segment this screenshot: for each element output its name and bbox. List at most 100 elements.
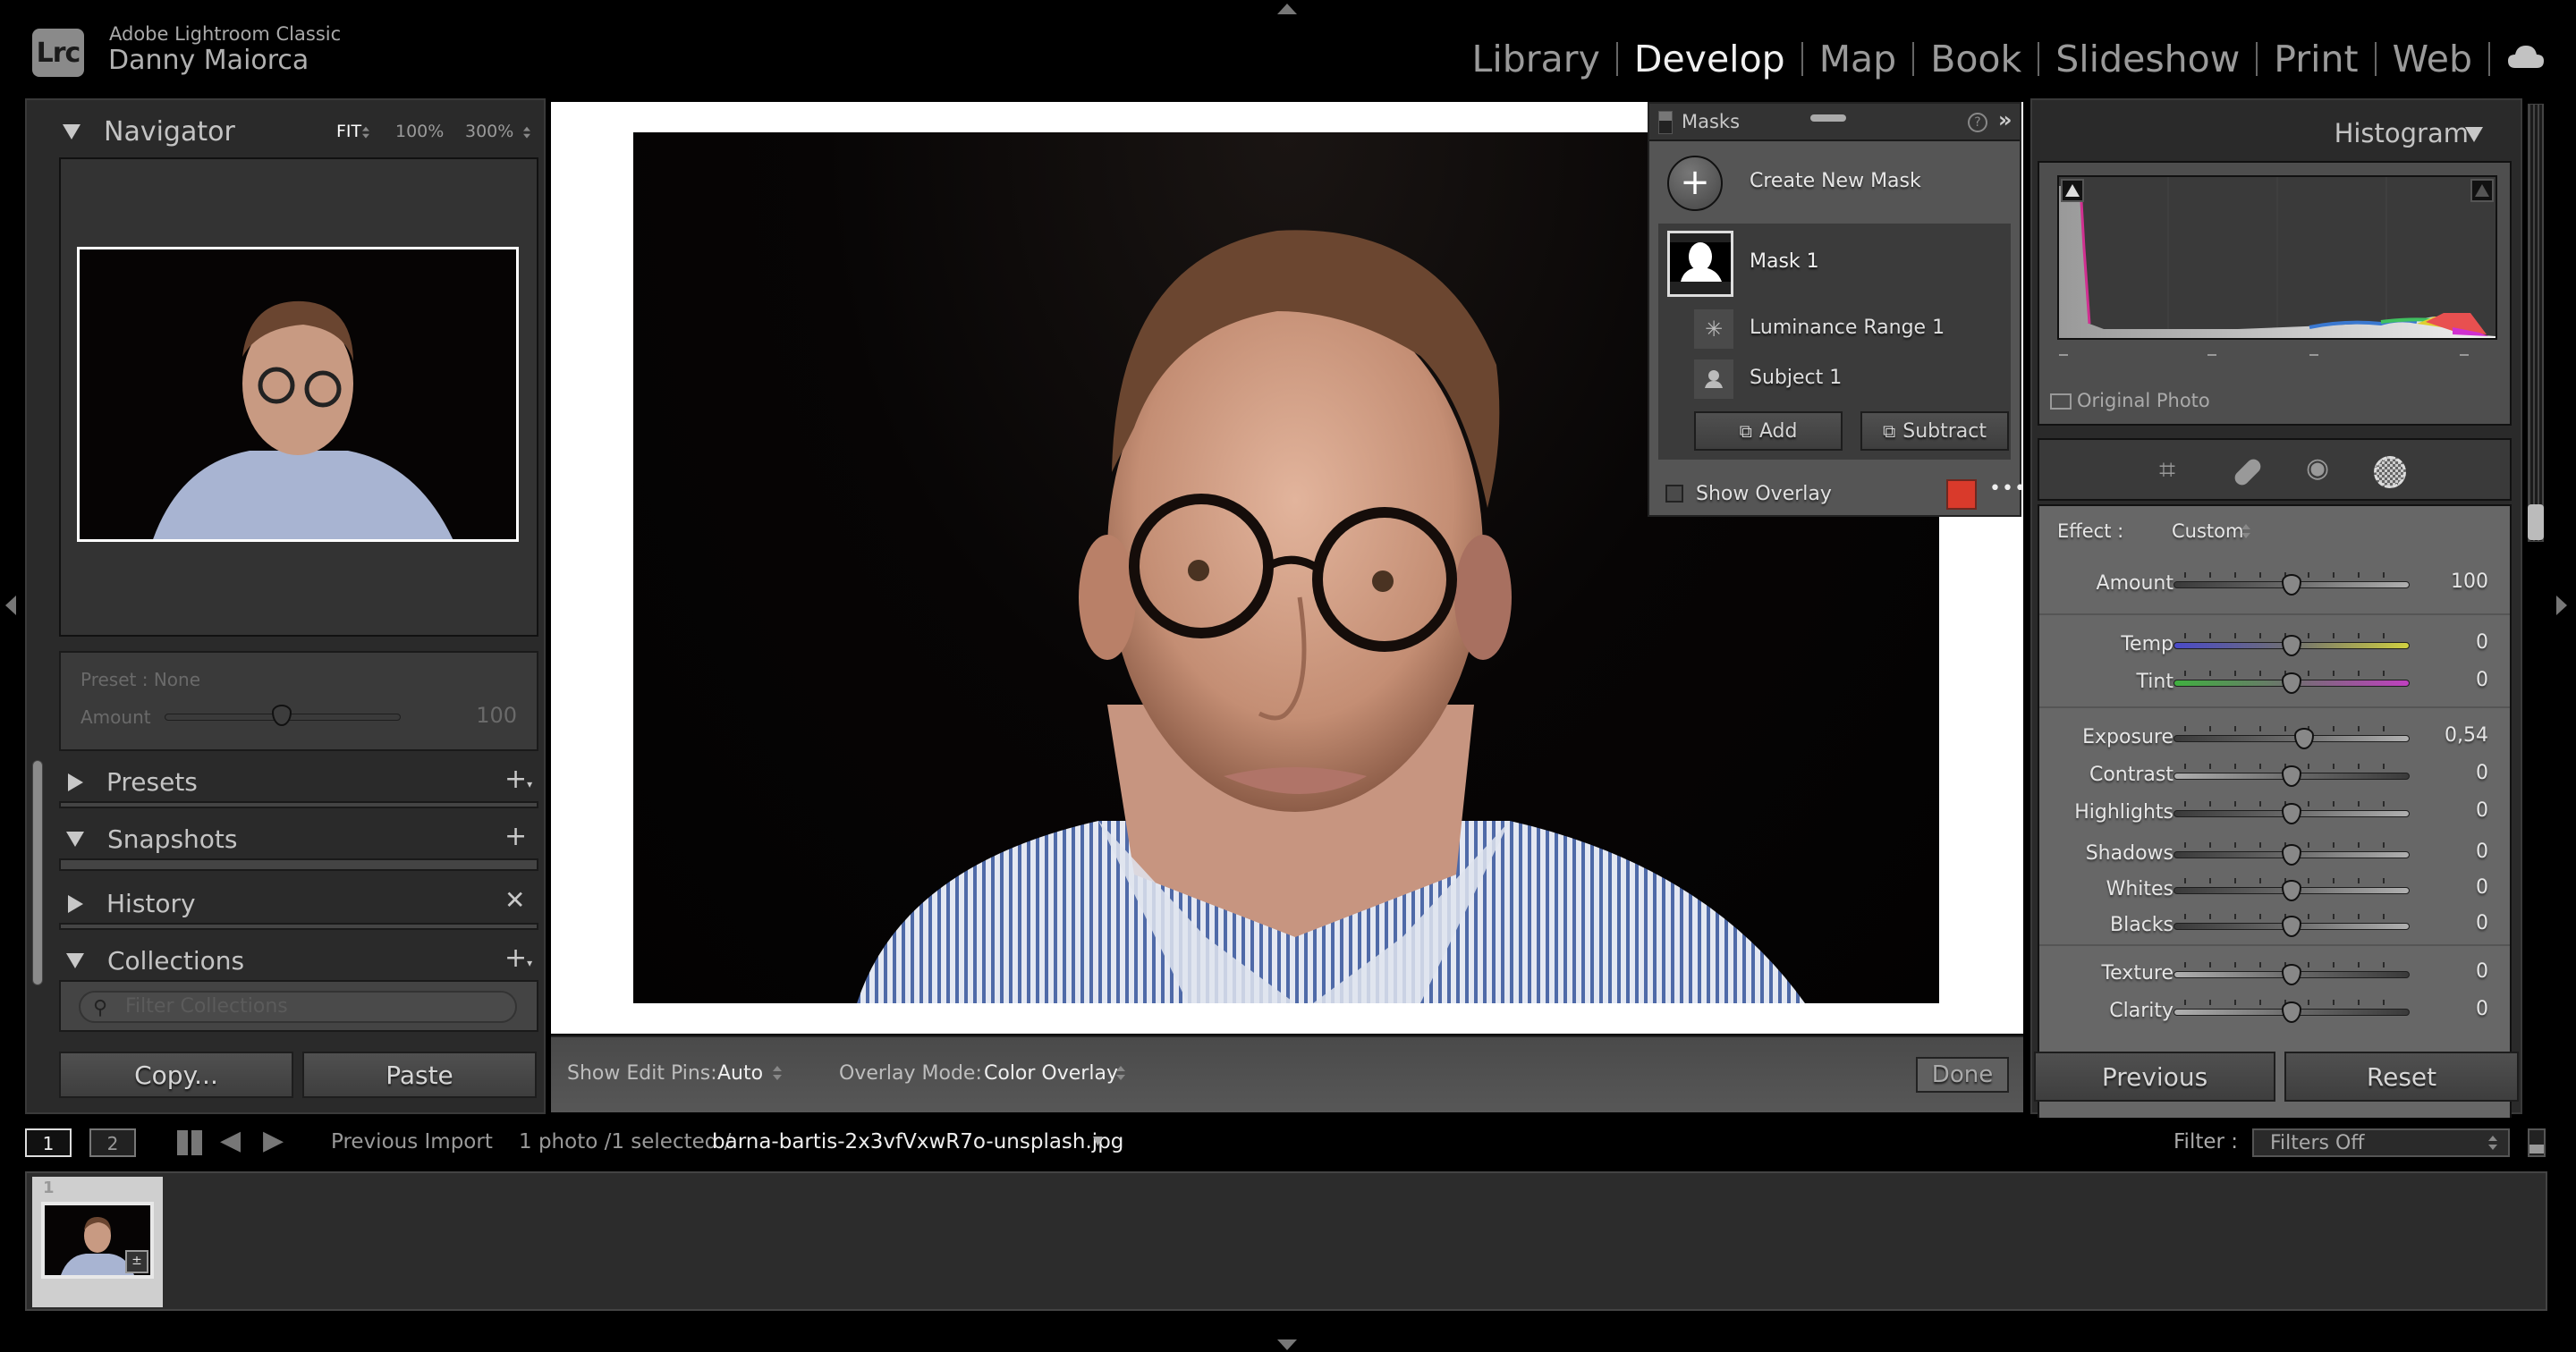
back-arrow-icon[interactable]: ◀ xyxy=(220,1125,241,1156)
collapse-left-arrow-icon[interactable] xyxy=(5,596,16,615)
slider-value-amount[interactable]: 100 xyxy=(2451,570,2488,593)
done-button[interactable]: Done xyxy=(1916,1057,2009,1093)
original-photo-checkbox[interactable] xyxy=(2050,393,2072,410)
slider-value-whites[interactable]: 0 xyxy=(2476,876,2488,899)
panel-toggle-icon[interactable] xyxy=(1658,111,1673,134)
component-luminance-range[interactable]: Luminance Range 1 xyxy=(1750,317,1945,339)
overlay-color-swatch[interactable] xyxy=(1946,479,1977,510)
more-options-icon[interactable]: ••• xyxy=(1989,477,2027,500)
slider-thumb-shadows[interactable] xyxy=(2282,844,2301,866)
module-book[interactable]: Book xyxy=(1914,38,2038,80)
help-icon[interactable]: ? xyxy=(1968,113,1987,132)
create-new-mask-button[interactable]: + xyxy=(1667,156,1723,211)
slider-thumb-whites[interactable] xyxy=(2282,880,2301,901)
collapse-double-chevron-icon[interactable]: » xyxy=(1998,107,2012,132)
crop-icon[interactable]: ⌗ xyxy=(2159,452,2175,487)
module-slideshow[interactable]: Slideshow xyxy=(2039,38,2256,80)
slider-value-temp[interactable]: 0 xyxy=(2476,631,2488,654)
mask-thumbnail[interactable] xyxy=(1667,231,1733,297)
effect-select[interactable]: Custom xyxy=(2172,520,2243,542)
masks-header[interactable]: Masks ? » xyxy=(1649,104,2020,141)
clear-history-x-icon[interactable]: ✕ xyxy=(504,885,525,915)
filename-dropdown-icon[interactable]: ▼ xyxy=(1093,1134,1103,1148)
source-label[interactable]: Previous Import xyxy=(331,1130,493,1153)
masking-icon[interactable] xyxy=(2374,456,2406,488)
slider-thumb-temp[interactable] xyxy=(2282,635,2301,656)
copy-button[interactable]: Copy... xyxy=(59,1052,293,1098)
left-panel-scrollbar[interactable] xyxy=(32,760,43,985)
collapse-bottom-arrow-icon[interactable] xyxy=(1277,1339,1297,1350)
zoom-300[interactable]: 300% xyxy=(465,122,513,141)
cloud-icon[interactable] xyxy=(2490,41,2546,78)
collections-header[interactable]: Collections xyxy=(66,946,244,976)
slider-value-blacks[interactable]: 0 xyxy=(2476,912,2488,934)
module-web[interactable]: Web xyxy=(2377,38,2488,80)
subtract-mask-button[interactable]: ⧉ Subtract xyxy=(1860,411,2009,451)
slider-value-exposure[interactable]: 0,54 xyxy=(2445,724,2488,747)
previous-button[interactable]: Previous xyxy=(2034,1052,2275,1102)
overlay-mode-updown-icon[interactable] xyxy=(1116,1066,1125,1082)
module-map[interactable]: Map xyxy=(1803,38,1913,80)
paste-button[interactable]: Paste xyxy=(302,1052,537,1098)
module-develop[interactable]: Develop xyxy=(1618,38,1801,80)
mask-name[interactable]: Mask 1 xyxy=(1750,250,1819,273)
edit-pins-updown-icon[interactable] xyxy=(773,1066,782,1082)
highlight-clipping-toggle[interactable] xyxy=(2470,179,2494,202)
presets-header[interactable]: Presets xyxy=(66,767,198,797)
histogram-plot[interactable] xyxy=(2057,175,2497,340)
primary-window-button[interactable]: 1 xyxy=(25,1128,72,1157)
add-collection-icon[interactable]: +▾ xyxy=(504,942,532,974)
create-new-mask-label[interactable]: Create New Mask xyxy=(1750,170,1921,192)
slider-thumb-texture[interactable] xyxy=(2282,964,2301,985)
slider-thumb-contrast[interactable] xyxy=(2282,765,2301,787)
slider-thumb-highlights[interactable] xyxy=(2282,803,2301,824)
zoom-fit[interactable]: FIT xyxy=(336,122,361,141)
effect-updown-icon[interactable] xyxy=(2241,524,2250,540)
filter-select[interactable]: Filters Off xyxy=(2252,1128,2510,1157)
grid-view-icon[interactable] xyxy=(177,1130,202,1155)
slider-thumb-tint[interactable] xyxy=(2282,672,2301,694)
slider-value-contrast[interactable]: 0 xyxy=(2476,762,2488,784)
module-print[interactable]: Print xyxy=(2258,38,2374,80)
filename[interactable]: barna-bartis-2x3vfVxwR7o-unsplash.jpg xyxy=(712,1130,1123,1153)
shadow-clipping-toggle[interactable] xyxy=(2061,179,2084,202)
slider-value-shadows[interactable]: 0 xyxy=(2476,841,2488,863)
zoom-100[interactable]: 100% xyxy=(395,122,444,141)
red-eye-icon[interactable]: ◉ xyxy=(2306,452,2329,484)
history-header[interactable]: History xyxy=(66,889,196,918)
slider-value-highlights[interactable]: 0 xyxy=(2476,799,2488,822)
preset-amount-slider-thumb[interactable] xyxy=(272,705,292,726)
overlay-mode-select[interactable]: Color Overlay xyxy=(984,1062,1118,1085)
filmstrip-thumbnail[interactable]: ± xyxy=(41,1202,154,1279)
navigator-thumbnail[interactable] xyxy=(77,247,519,542)
forward-arrow-icon[interactable]: ▶ xyxy=(263,1125,284,1156)
filter-lock-toggle[interactable] xyxy=(2528,1128,2546,1157)
slider-value-texture[interactable]: 0 xyxy=(2476,960,2488,983)
healing-icon[interactable] xyxy=(2232,456,2264,488)
slider-thumb-blacks[interactable] xyxy=(2282,916,2301,937)
collapse-right-arrow-icon[interactable] xyxy=(2556,596,2567,615)
slider-value-tint[interactable]: 0 xyxy=(2476,669,2488,691)
secondary-window-button[interactable]: 2 xyxy=(89,1128,136,1157)
filmstrip-cell[interactable]: 1 ± xyxy=(32,1177,163,1307)
slider-thumb-exposure[interactable] xyxy=(2294,728,2315,749)
add-snapshot-icon[interactable]: + xyxy=(504,821,527,852)
slider-exposure[interactable] xyxy=(2174,735,2410,742)
navigator-header[interactable]: Navigator xyxy=(63,116,235,148)
show-overlay-checkbox[interactable] xyxy=(1665,485,1683,503)
filter-collections-input[interactable]: ⚲ Filter Collections xyxy=(79,991,517,1023)
edit-pins-select[interactable]: Auto xyxy=(717,1062,763,1085)
slider-thumb-clarity[interactable] xyxy=(2282,1001,2301,1023)
snapshots-header[interactable]: Snapshots xyxy=(66,824,237,854)
add-mask-button[interactable]: ⧉ Add xyxy=(1694,411,1843,451)
slider-value-clarity[interactable]: 0 xyxy=(2476,998,2488,1020)
collapse-top-arrow-icon[interactable] xyxy=(1277,4,1297,14)
component-subject[interactable]: Subject 1 xyxy=(1750,367,1842,389)
reset-button[interactable]: Reset xyxy=(2284,1052,2519,1102)
zoom-fit-updown-icon[interactable] xyxy=(362,126,369,139)
add-preset-icon[interactable]: +▾ xyxy=(504,764,532,795)
histogram-collapse-triangle-icon[interactable] xyxy=(2465,127,2483,142)
drag-handle[interactable] xyxy=(1810,114,1846,122)
zoom-custom-updown-icon[interactable] xyxy=(523,126,530,139)
slider-thumb-amount[interactable] xyxy=(2282,574,2301,596)
